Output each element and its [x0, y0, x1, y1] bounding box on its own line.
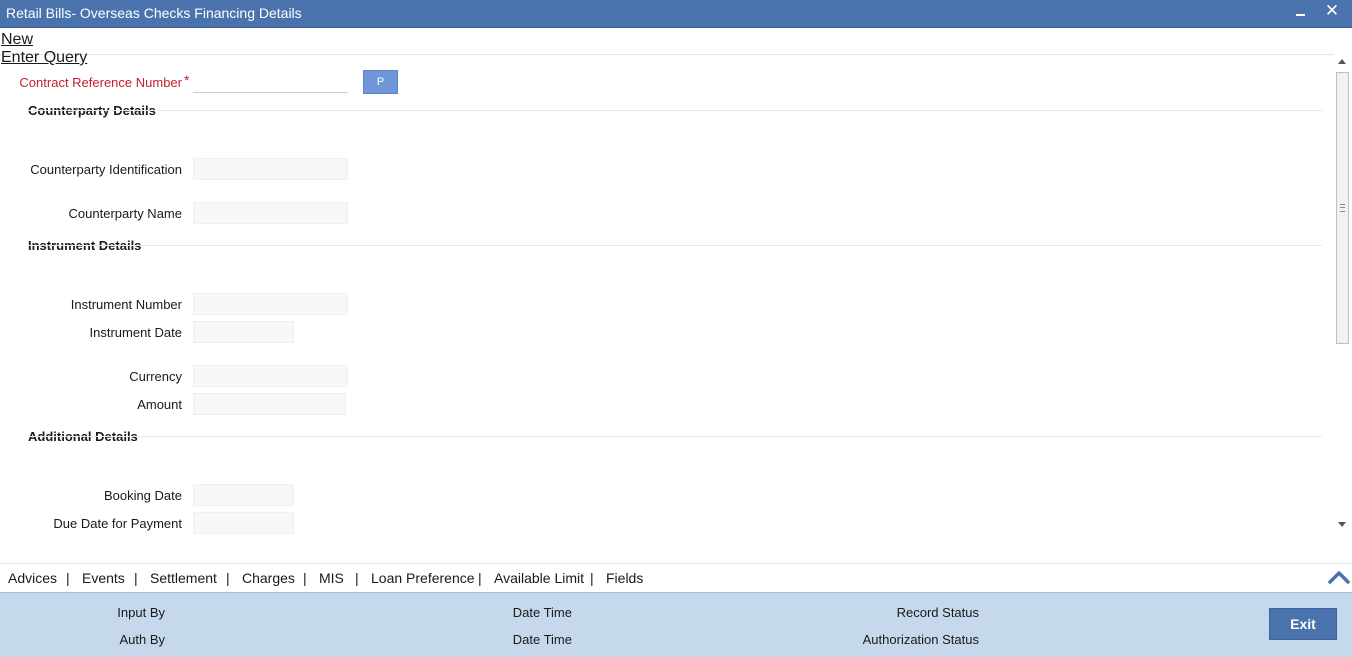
booking-date-input[interactable] [193, 484, 294, 506]
tab-separator: | [478, 570, 482, 586]
section-divider [28, 245, 1322, 246]
minimize-icon[interactable] [1290, 2, 1312, 24]
record-status-label: Record Status [896, 605, 979, 620]
tab-fields[interactable]: Fields [606, 570, 643, 586]
tab-separator: | [590, 570, 594, 586]
tab-separator: | [66, 570, 70, 586]
exit-button[interactable]: Exit [1269, 608, 1337, 640]
window-titlebar: Retail Bills- Overseas Checks Financing … [0, 0, 1352, 28]
currency-input[interactable] [193, 365, 348, 387]
tab-separator: | [355, 570, 359, 586]
counterparty-name-input[interactable] [193, 202, 348, 224]
chevron-up-icon[interactable] [1328, 570, 1350, 584]
tab-charges[interactable]: Charges [242, 570, 295, 586]
vertical-scrollbar[interactable] [1334, 54, 1352, 534]
tab-mis[interactable]: MIS [319, 570, 344, 586]
scroll-down-arrow-icon[interactable] [1338, 522, 1346, 527]
instrument-date-label: Instrument Date [89, 325, 183, 340]
amount-label: Amount [137, 397, 182, 412]
tab-settlement[interactable]: Settlement [150, 570, 217, 586]
window-title: Retail Bills- Overseas Checks Financing … [6, 5, 302, 21]
currency-label: Currency [129, 369, 182, 384]
populate-button[interactable]: P [363, 70, 398, 94]
due-date-input[interactable] [193, 512, 294, 534]
tab-separator: | [226, 570, 230, 586]
tab-separator: | [134, 570, 138, 586]
tab-events[interactable]: Events [82, 570, 125, 586]
tab-loan-preference[interactable]: Loan Preference [371, 570, 475, 586]
instrument-number-input[interactable] [193, 293, 348, 315]
audit-footer: Input By Date Time Record Status Auth By… [0, 592, 1352, 657]
scrollbar-thumb[interactable] [1336, 72, 1349, 344]
section-divider [28, 110, 1322, 111]
scroll-up-arrow-icon[interactable] [1338, 59, 1346, 64]
toolbar: New Enter Query [0, 29, 1352, 66]
instrument-date-input[interactable] [193, 321, 294, 343]
counterparty-identification-label: Counterparty Identification [30, 162, 182, 177]
counterparty-name-label: Counterparty Name [68, 206, 182, 221]
required-marker: * [184, 72, 190, 88]
booking-date-label: Booking Date [103, 488, 182, 503]
grip-icon [1340, 204, 1345, 212]
authorization-status-label: Authorization Status [862, 632, 979, 647]
tab-available-limit[interactable]: Available Limit [494, 570, 584, 586]
instrument-number-label: Instrument Number [70, 297, 182, 312]
contract-reference-number-input[interactable] [193, 71, 348, 93]
form-content: Contract Reference Number * P Counterpar… [0, 54, 1334, 560]
subsystem-tabs: Advices | Events | Settlement | Charges … [0, 563, 1352, 592]
amount-input[interactable] [193, 393, 346, 415]
tab-separator: | [303, 570, 307, 586]
tab-advices[interactable]: Advices [8, 570, 57, 586]
date-time-label: Date Time [512, 632, 572, 647]
counterparty-identification-input[interactable] [193, 158, 348, 180]
date-time-label: Date Time [512, 605, 572, 620]
new-link[interactable]: New [1, 31, 33, 49]
close-icon[interactable]: ✕ [1321, 2, 1343, 24]
section-divider [28, 436, 1322, 437]
contract-reference-number-label: Contract Reference Number [19, 75, 182, 90]
input-by-label: Input By [117, 605, 165, 620]
due-date-label: Due Date for Payment [53, 516, 182, 531]
auth-by-label: Auth By [119, 632, 165, 647]
